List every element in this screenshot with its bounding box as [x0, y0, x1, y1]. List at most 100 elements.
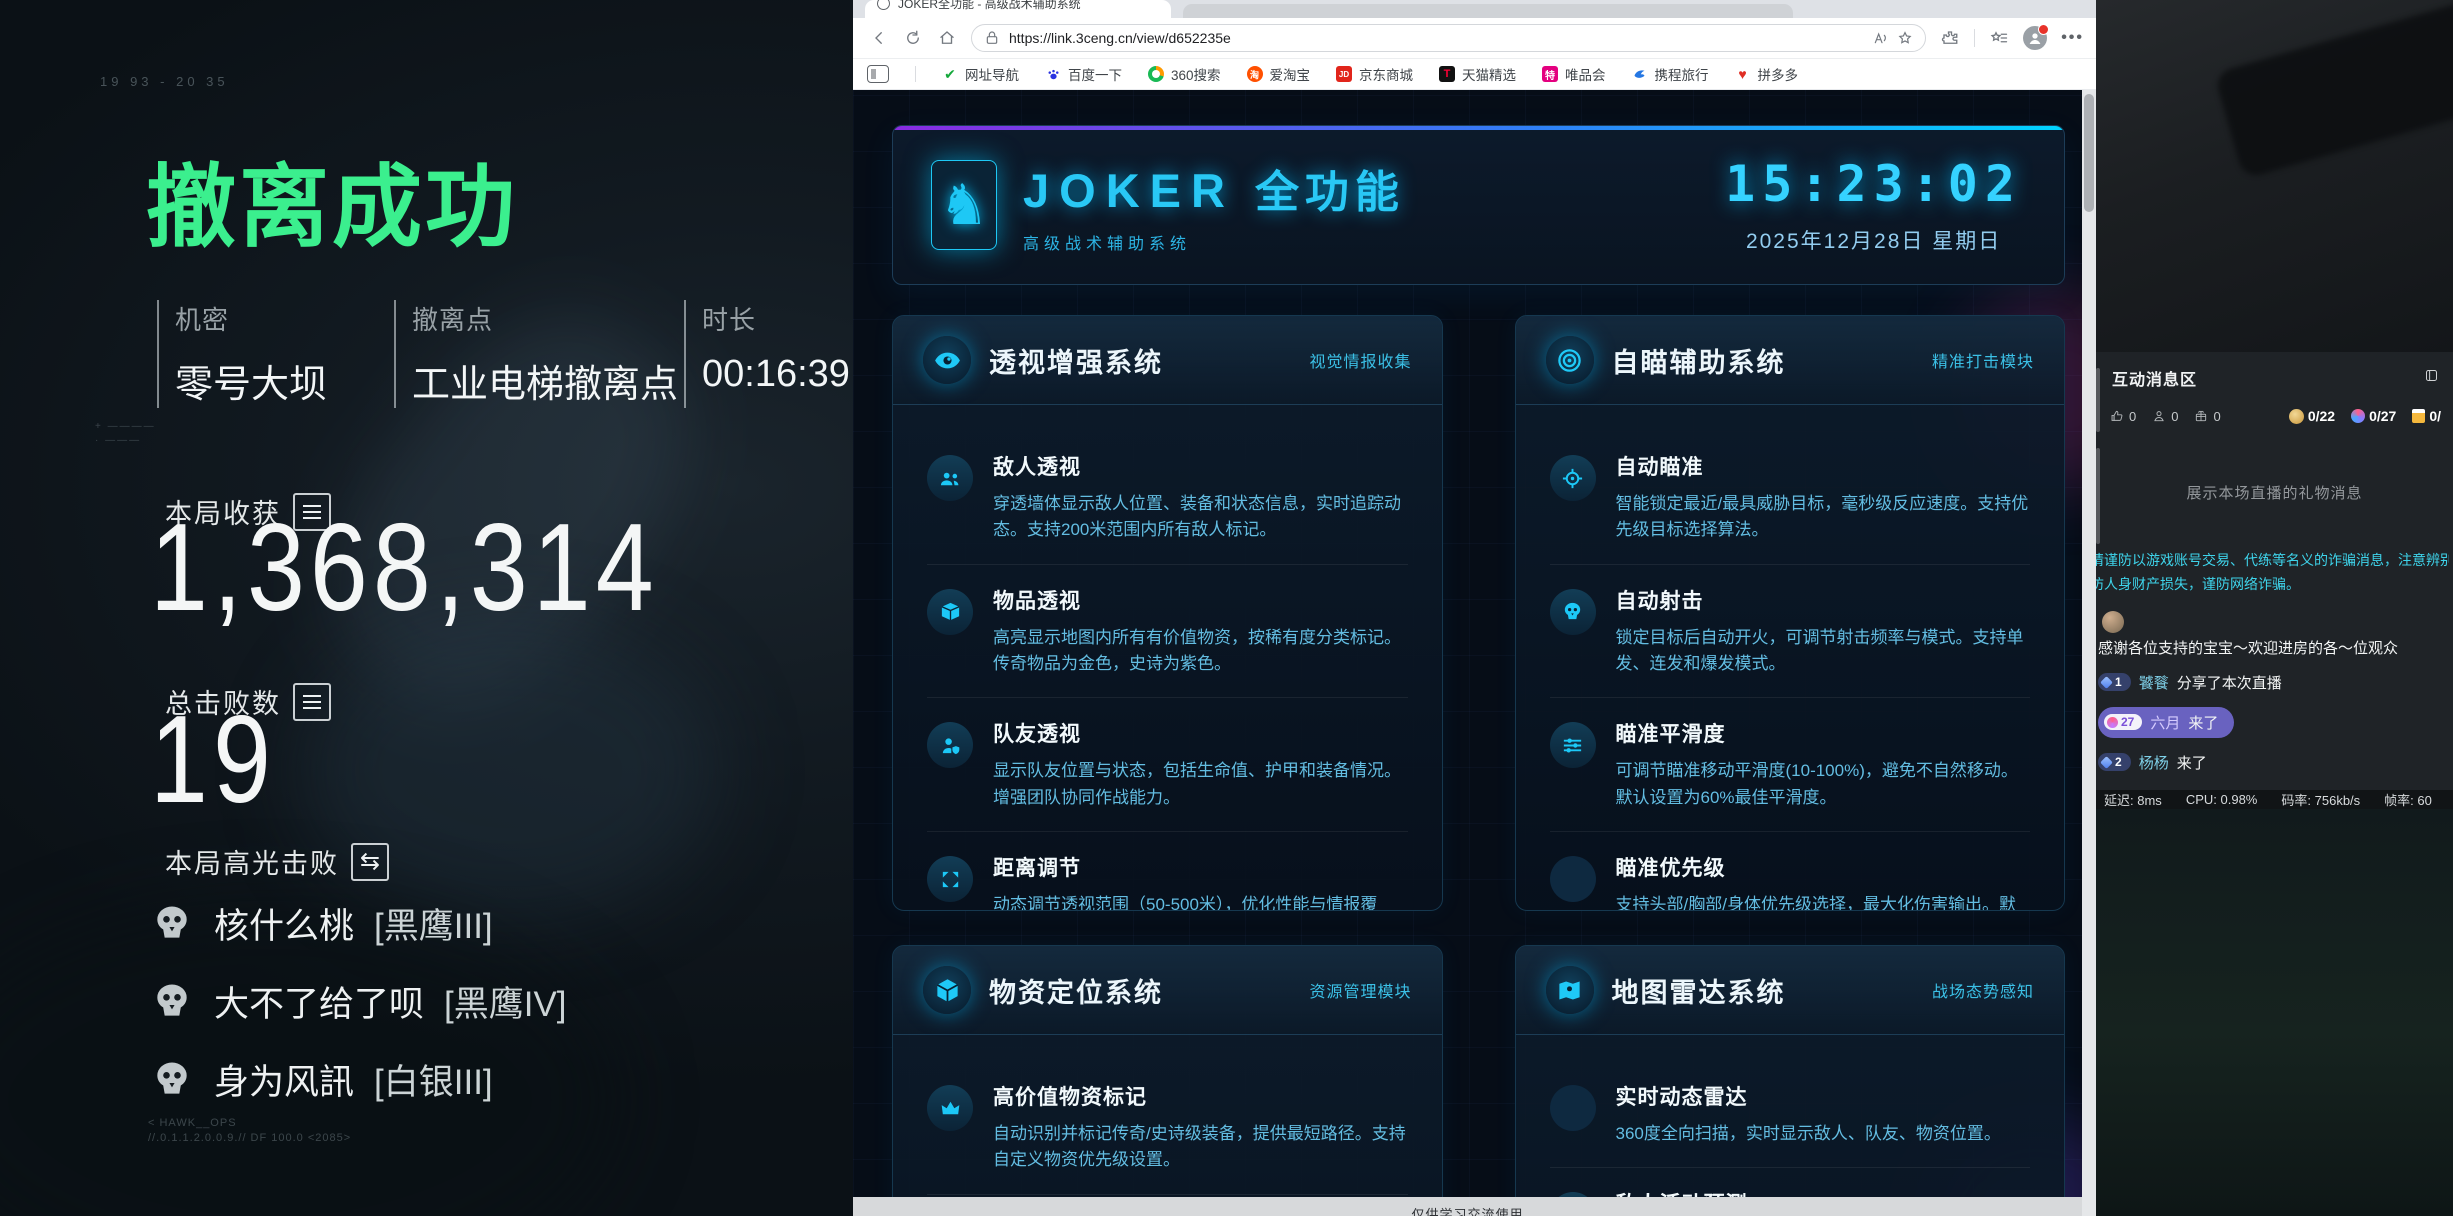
gift-counters-row: 0 0 0 0/22 0/27 0/ [2096, 408, 2453, 424]
card-loot: 物资定位系统 资源管理模块 高价值物资标记 自动识别并标记传奇/史诗级装备，提供… [892, 945, 1443, 1216]
url-text[interactable]: https://link.3ceng.cn/view/d652235e [1009, 30, 1863, 46]
level-badge: 1 [2098, 673, 2131, 691]
bookmark-pdd[interactable]: ♥拼多多 [1735, 64, 1799, 84]
refresh-icon[interactable] [903, 28, 923, 48]
extensions-icon[interactable] [1940, 28, 1960, 48]
feature-item: 自动射击 锁定目标后自动开火，可调节射击频率与模式。支持单发、连发和爆发模式。 [1550, 564, 2031, 698]
feature-title: 瞄准优先级 [1616, 852, 2031, 882]
level-badge: 2 [2098, 753, 2131, 771]
address-bar[interactable]: https://link.3ceng.cn/view/d652235e [971, 24, 1926, 52]
priority-icon [1550, 856, 1596, 902]
footer-notice: 仅供学习交流使用 [1411, 1197, 1523, 1216]
chat-message: 2 杨杨 来了 [2098, 752, 2447, 773]
interaction-message-panel[interactable]: 互动消息区 0 0 0 0/22 0/27 0/ 展示本场直播的礼物消息 请谨防… [2096, 352, 2453, 790]
feature-desc: 显示队友位置与状态，包括生命值、护甲和装备情况。增强团队协同作战能力。 [993, 758, 1408, 811]
read-aloud-icon[interactable] [1872, 30, 1888, 46]
kills-list-icon[interactable] [293, 683, 331, 721]
kill-row: 核什么桃 [黑鹰III] [150, 898, 567, 948]
host-avatar[interactable] [2102, 611, 2124, 633]
card-header: 物资定位系统 资源管理模块 [893, 946, 1442, 1035]
profile-avatar[interactable] [2023, 26, 2047, 50]
360-favicon-icon [1148, 66, 1164, 82]
bookmark-vip[interactable]: 特唯品会 [1542, 64, 1606, 84]
knight-logo-icon: ♞ [931, 160, 997, 250]
bookmark-ctrip[interactable]: 携程旅行 [1632, 64, 1709, 84]
feature-title: 敌人透视 [993, 451, 1408, 481]
person-icon [2152, 409, 2166, 423]
bookmark-hao123[interactable]: ✔网址导航 [942, 64, 1019, 84]
tab-strip: JOKER全功能 - 高级战术辅助系统 [853, 0, 2096, 18]
highlight-kills-label: 本局高光击败 [165, 842, 339, 881]
bookmark-360[interactable]: 360搜索 [1148, 64, 1221, 84]
stream-overlay: 互动消息区 0 0 0 0/22 0/27 0/ 展示本场直播的礼物消息 请谨防… [2096, 0, 2453, 1216]
kill-player-name: 身为风訊 [214, 1054, 354, 1105]
feature-item: 高价值物资标记 自动识别并标记传奇/史诗级装备，提供最短路径。支持自定义物资优先… [927, 1061, 1408, 1194]
notification-dot [2038, 24, 2049, 35]
skull-icon [150, 979, 194, 1023]
inactive-tab[interactable] [1183, 4, 1793, 18]
clock-date: 2025年12月28日 星期日 [1725, 225, 2022, 255]
feature-desc: 360度全向扫描，实时显示敌人、队友、物资位置。 [1616, 1121, 2001, 1147]
sidebar-toggle-icon[interactable] [867, 65, 889, 83]
card-title: 物资定位系统 [989, 971, 1163, 1010]
card-tag: 精准打击模块 [1932, 348, 2034, 372]
weapon-silhouette [2214, 0, 2453, 179]
bookmark-baidu[interactable]: 百度一下 [1045, 64, 1122, 84]
card-tag: 资源管理模块 [1309, 978, 1411, 1002]
stream-stats-bar: 延迟: 8ms CPU: 0.98% 码率: 756kb/s 帧率: 60 推流… [2096, 790, 2453, 809]
stream-game-view-top [2096, 0, 2453, 352]
page-scrollbar[interactable] [2082, 90, 2096, 1216]
scrollbar-thumb[interactable] [2084, 94, 2094, 212]
medal-icon [2289, 409, 2304, 424]
gift-counter: 0 [2194, 409, 2220, 424]
anti-fraud-notice: 请谨防以游戏账号交易、代练等名义的诈骗消息，注意辨别。切勿私下交易，以 防人身财… [2096, 549, 2453, 597]
browser-window: JOKER全功能 - 高级战术辅助系统 https://link.3ceng.c… [853, 0, 2096, 1216]
map-label: 机密 [175, 300, 394, 337]
home-icon[interactable] [937, 28, 957, 48]
browser-menu-icon[interactable]: ••• [2061, 29, 2084, 47]
card-esp: 透视增强系统 视觉情报收集 敌人透视 穿透墙体显示敌人位置、装备和状态信息，实时… [892, 315, 1443, 911]
feature-desc: 智能锁定最近/最具威胁目标，毫秒级反应速度。支持优先级目标选择算法。 [1616, 491, 2031, 544]
chat-message: 1 饕餮 分享了本次直播 [2098, 672, 2447, 693]
extraction-point-value: 工业电梯撤离点 [412, 353, 684, 408]
extraction-point-label: 撤离点 [412, 300, 684, 337]
skull-icon [1550, 589, 1596, 635]
bookmark-tmall[interactable]: T天猫精选 [1439, 64, 1516, 84]
gift-empty-hint: 展示本场直播的礼物消息 [2096, 482, 2453, 503]
card-header: 地图雷达系统 战场态势感知 [1516, 946, 2065, 1035]
panel-pin-icon[interactable] [2424, 368, 2439, 388]
feature-title: 物品透视 [993, 585, 1408, 615]
card-tag: 视觉情报收集 [1309, 348, 1411, 372]
feature-desc: 动态调节透视范围（50-500米），优化性能与情报覆盖。默认设置为200米最佳范… [993, 892, 1408, 911]
box-icon [927, 589, 973, 635]
crosshair-icon [1550, 455, 1596, 501]
feature-title: 瞄准平滑度 [1616, 718, 2031, 748]
highlight-label-row: 本局高光击败 ⇆ [165, 842, 389, 881]
collections-icon[interactable] [1989, 28, 2009, 48]
brand-suffix: 全功能 [1255, 156, 1405, 220]
bookmark-taobao[interactable]: 淘爱淘宝 [1247, 64, 1311, 84]
stream-game-view-bottom [2096, 809, 2453, 1216]
hud-decorative-marks: + ———— · ——— [95, 420, 156, 448]
tab-title: JOKER全功能 - 高级战术辅助系统 [898, 0, 1081, 12]
panel-scroll-nub[interactable] [2096, 448, 2100, 544]
target-icon [1546, 336, 1594, 384]
feature-desc: 可调节瞄准移动平滑度(10-100%)，避免不自然移动。默认设置为60%最佳平滑… [1616, 758, 2031, 811]
thumb-icon [2110, 409, 2124, 423]
screenshot-root: 19 93 - 20 35 撤离成功 机密 零号大坝 撤离点 工业电梯撤离点 时… [0, 0, 2453, 1216]
favorite-star-icon[interactable] [1897, 30, 1913, 46]
pdd-favicon-icon: ♥ [1735, 66, 1751, 82]
viewer-counter: 0 [2152, 409, 2178, 424]
card-header: 透视增强系统 视觉情报收集 [893, 316, 1442, 405]
panel-scroll-nub[interactable] [2096, 368, 2100, 432]
hud-ticker: 19 93 - 20 35 [100, 74, 229, 89]
chat-username: 六月 [2150, 712, 2180, 733]
diamond-icon [2100, 756, 2113, 769]
back-icon[interactable] [869, 28, 889, 48]
bookmark-jd[interactable]: JD京东商城 [1336, 64, 1413, 84]
diamond-icon [2100, 676, 2113, 689]
swap-icon[interactable]: ⇆ [351, 843, 389, 881]
active-tab[interactable]: JOKER全功能 - 高级战术辅助系统 [865, 0, 1171, 18]
like-counter: 0 [2110, 409, 2136, 424]
fan-badge: 27 [2104, 714, 2142, 730]
